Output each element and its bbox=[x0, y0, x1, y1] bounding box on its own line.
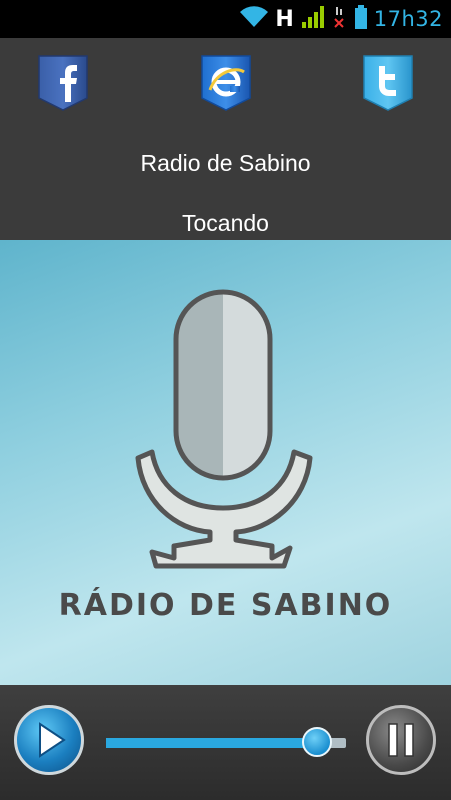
pause-icon bbox=[388, 723, 414, 757]
cover-art: RÁDIO DE SABINO bbox=[0, 240, 451, 685]
station-name: Radio de Sabino bbox=[140, 150, 311, 176]
volume-slider-thumb[interactable] bbox=[302, 727, 333, 757]
player-controls bbox=[0, 685, 451, 800]
header: Radio de Sabino Tocando bbox=[0, 38, 451, 240]
playback-status: Tocando bbox=[182, 210, 269, 236]
volume-slider-fill bbox=[106, 738, 318, 748]
status-time: 17h32 bbox=[373, 7, 443, 31]
status-icons: H 17h32 bbox=[239, 0, 443, 38]
battery-icon bbox=[354, 4, 368, 35]
h-network-icon: H bbox=[275, 6, 294, 32]
pause-button[interactable] bbox=[366, 705, 436, 775]
wifi-icon bbox=[239, 5, 269, 34]
cover-title: RÁDIO DE SABINO bbox=[58, 588, 393, 623]
volume-slider[interactable] bbox=[106, 727, 346, 757]
play-icon bbox=[39, 722, 66, 758]
browser-icon[interactable] bbox=[200, 54, 252, 112]
play-button[interactable] bbox=[14, 705, 84, 775]
twitter-icon[interactable] bbox=[362, 54, 414, 112]
signal-icon bbox=[300, 4, 326, 35]
status-bar: H 17h32 bbox=[0, 0, 451, 38]
no-sim-icon bbox=[332, 5, 348, 34]
facebook-icon[interactable] bbox=[37, 54, 89, 112]
